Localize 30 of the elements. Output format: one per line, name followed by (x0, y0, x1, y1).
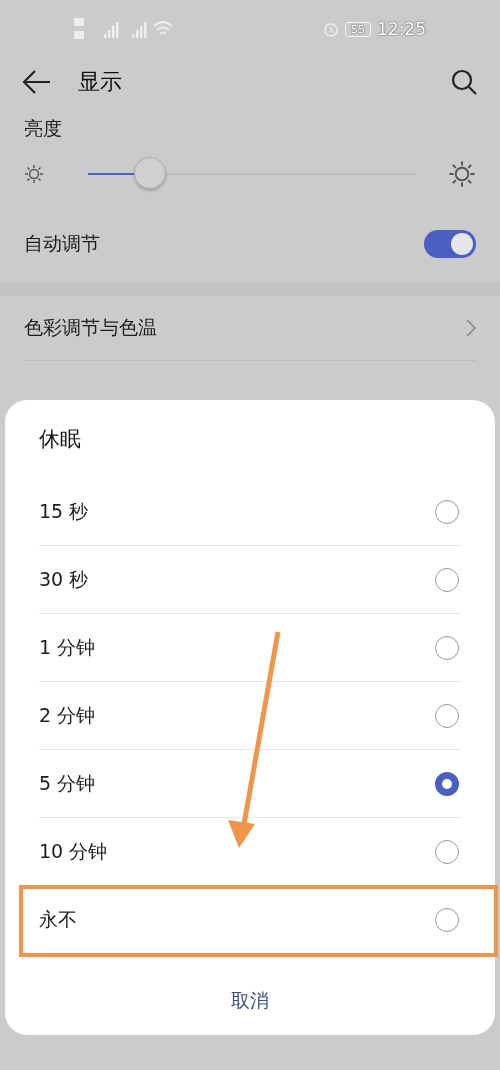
dialog-title: 休眠 (39, 426, 82, 453)
auto-adjust-switch[interactable] (424, 230, 476, 258)
option-label[interactable]: 1 分钟 (39, 634, 96, 661)
option-label[interactable]: 10 分钟 (39, 838, 108, 865)
sun-icon (448, 160, 476, 188)
sun-icon (24, 164, 44, 184)
radio-button[interactable] (435, 703, 459, 728)
clock-time: 12:25 (377, 19, 426, 39)
signal-icon (74, 16, 174, 42)
option-label[interactable]: 2 分钟 (39, 702, 96, 729)
setting-label: 色彩调节与色温 (24, 315, 157, 340)
chevron-right-icon (466, 319, 476, 337)
option-label[interactable]: 永不 (39, 906, 77, 933)
cancel-button[interactable]: 取消 (211, 980, 289, 1022)
radio-button[interactable] (435, 499, 459, 524)
option-label[interactable]: 30 秒 (39, 566, 89, 593)
back-arrow-icon[interactable] (22, 69, 52, 95)
brightness-label: 亮度 (24, 117, 62, 139)
page-title: 显示 (78, 68, 123, 96)
search-icon[interactable] (450, 68, 478, 96)
radio-button[interactable] (435, 771, 459, 796)
auto-adjust-label: 自动调节 (24, 231, 100, 256)
option-label[interactable]: 5 分钟 (39, 770, 96, 797)
option-label[interactable]: 15 秒 (39, 498, 89, 525)
radio-button[interactable] (435, 635, 459, 660)
radio-button[interactable] (435, 907, 459, 932)
radio-button[interactable] (435, 839, 459, 864)
radio-button[interactable] (435, 567, 459, 592)
alarm-clock-icon (323, 21, 339, 37)
slider-thumb[interactable] (134, 157, 167, 189)
